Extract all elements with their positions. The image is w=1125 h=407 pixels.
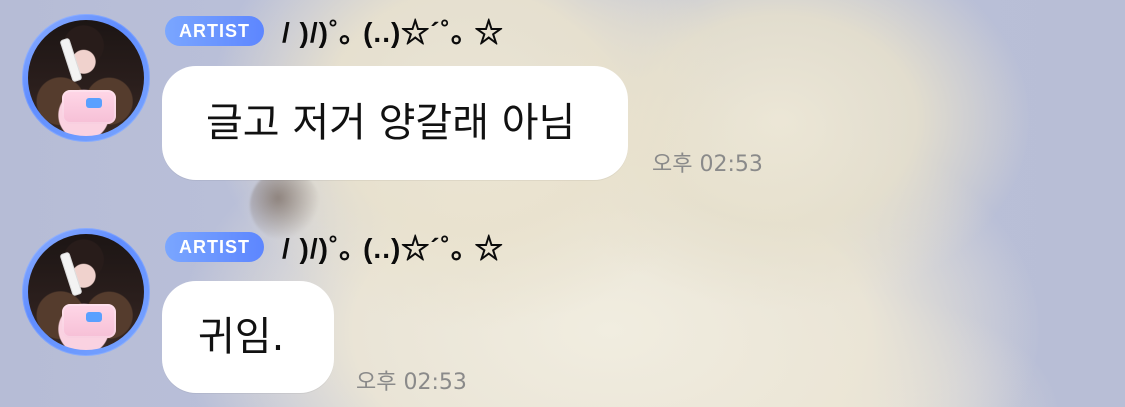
avatar[interactable] xyxy=(28,234,144,350)
message-bubble[interactable]: 귀임. xyxy=(162,281,334,393)
avatar-bow-icon xyxy=(86,312,102,322)
sender-row: ARTIST / )/)˚｡ (..)☆´˚｡ ☆ xyxy=(165,230,504,264)
artist-badge-label: ARTIST xyxy=(179,236,250,257)
artist-badge: ARTIST xyxy=(165,232,264,262)
message-2: ARTIST / )/)˚｡ (..)☆´˚｡ ☆ 귀임. 오후 02:53 xyxy=(0,0,1125,407)
sender-name: / )/)˚｡ (..)☆´˚｡ ☆ xyxy=(282,233,504,264)
message-text: 귀임. xyxy=(198,314,285,360)
avatar-ring[interactable] xyxy=(22,228,150,356)
avatar-candle-icon xyxy=(59,251,83,297)
message-time: 오후 02:53 xyxy=(356,370,467,395)
